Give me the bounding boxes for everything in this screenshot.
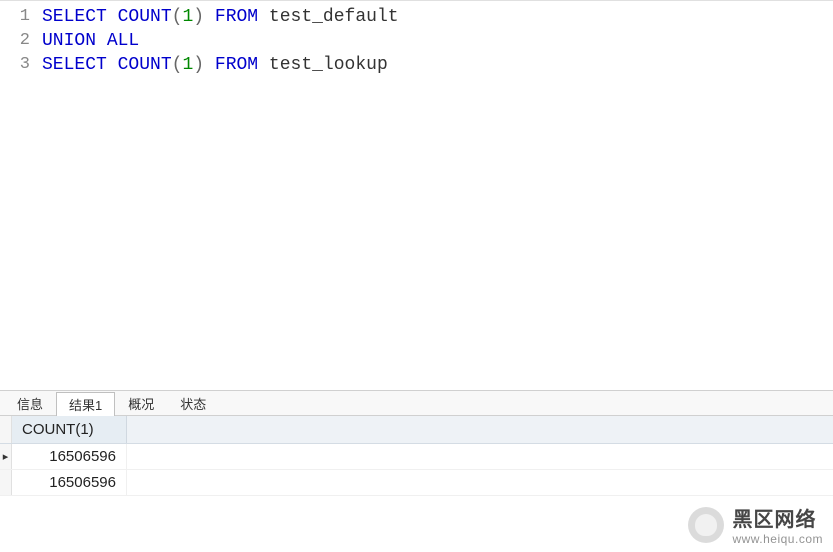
grid-cell[interactable]: 16506596 (12, 470, 127, 495)
column-header[interactable]: COUNT(1) (12, 416, 127, 443)
results-tab[interactable]: 信息 (4, 391, 56, 415)
row-indicator-header (0, 416, 12, 443)
code-content[interactable]: UNION ALL (42, 29, 139, 53)
results-tab[interactable]: 概况 (115, 391, 167, 415)
watermark-title: 黑区网络 (732, 503, 823, 532)
code-content[interactable]: SELECT COUNT(1) FROM test_default (42, 5, 399, 29)
row-indicator: ▸ (0, 444, 12, 469)
watermark: 黑区网络 www.heiqu.com (688, 503, 823, 546)
mushroom-icon (688, 507, 724, 543)
result-tabs-bar: 信息结果1概况状态 (0, 390, 833, 416)
line-number: 2 (0, 29, 42, 53)
line-number: 3 (0, 53, 42, 77)
results-tab[interactable]: 状态 (167, 391, 219, 415)
line-number: 1 (0, 5, 42, 29)
results-tab[interactable]: 结果1 (56, 392, 115, 416)
code-content[interactable]: SELECT COUNT(1) FROM test_lookup (42, 53, 388, 77)
grid-header-row: COUNT(1) (0, 416, 833, 444)
results-grid[interactable]: COUNT(1) ▸1650659616506596 (0, 416, 833, 496)
row-indicator (0, 470, 12, 495)
code-line[interactable]: 2UNION ALL (0, 29, 833, 53)
grid-cell[interactable]: 16506596 (12, 444, 127, 469)
code-line[interactable]: 3SELECT COUNT(1) FROM test_lookup (0, 53, 833, 77)
code-line[interactable]: 1SELECT COUNT(1) FROM test_default (0, 5, 833, 29)
watermark-url: www.heiqu.com (732, 532, 823, 546)
sql-editor[interactable]: 1SELECT COUNT(1) FROM test_default2UNION… (0, 0, 833, 390)
table-row[interactable]: 16506596 (0, 470, 833, 496)
table-row[interactable]: ▸16506596 (0, 444, 833, 470)
